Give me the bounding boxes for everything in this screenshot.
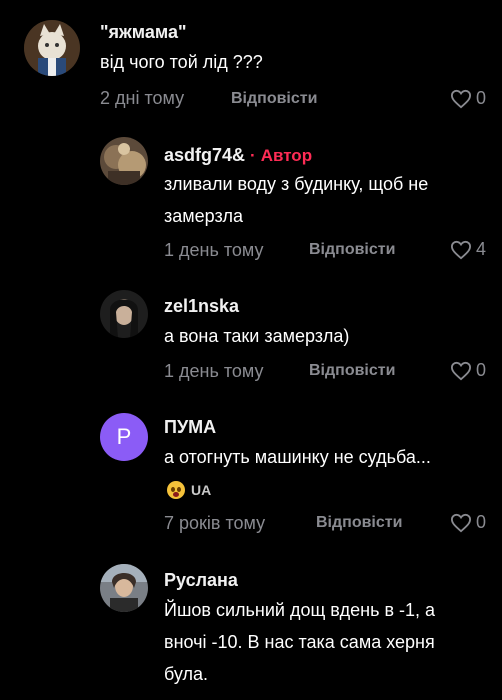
comment-text: від чого той лід ??? — [100, 52, 263, 72]
cat-avatar-image — [24, 20, 80, 76]
avatar-image — [100, 137, 148, 185]
comment-text: замерзла — [164, 206, 244, 226]
screaming-face-emoji-icon — [167, 481, 185, 499]
reaction-label: UA — [191, 482, 212, 498]
heart-outline-icon — [450, 513, 471, 532]
comment-username[interactable]: "яжмама" — [100, 22, 187, 43]
comment-time: 2 дні тому — [100, 88, 185, 108]
reply-button[interactable]: Відповісти — [316, 514, 402, 532]
comment-text: вночі -10. В нас така сама херня — [164, 632, 435, 652]
comment-username[interactable]: ПУМА — [164, 417, 216, 438]
like-count: 0 — [475, 360, 486, 380]
comment-time: 1 день тому — [164, 240, 264, 260]
comment-username[interactable]: zel1nska — [164, 296, 239, 317]
comment-text: а отогнуть машинку не судьба... — [164, 447, 431, 467]
comment-username[interactable]: asdfg74& · Автор — [164, 145, 312, 166]
like-button[interactable]: 4 — [450, 239, 486, 260]
user-avatar[interactable] — [100, 564, 148, 612]
comment-text: Йшов сильний дощ вдень в -1, а — [164, 600, 436, 620]
user-avatar[interactable] — [100, 137, 148, 185]
user-avatar[interactable] — [24, 20, 80, 76]
avatar-image — [100, 564, 148, 612]
comment-time: 7 років тому — [164, 513, 266, 533]
comment-text: а вона таки замерзла) — [164, 326, 350, 346]
reply-button[interactable]: Відповісти — [309, 362, 395, 380]
comment-time: 1 день тому — [164, 361, 264, 381]
heart-outline-icon — [450, 361, 471, 380]
author-badge: Автор — [260, 146, 313, 165]
like-button[interactable]: 0 — [450, 512, 486, 533]
author-separator: · — [250, 146, 256, 165]
avatar-image — [100, 290, 148, 338]
comment-text: зливали воду з будинку, щоб не — [164, 174, 429, 194]
like-count: 0 — [475, 88, 486, 108]
heart-outline-icon — [450, 89, 471, 108]
like-button[interactable]: 0 — [450, 88, 486, 109]
reply-button[interactable]: Відповісти — [231, 90, 317, 108]
comment-username[interactable]: Руслана — [164, 570, 238, 591]
comment-text: була. — [164, 664, 209, 684]
user-avatar[interactable] — [100, 290, 148, 338]
heart-outline-icon — [450, 240, 471, 259]
reaction-badge: UA — [167, 481, 211, 499]
like-button[interactable]: 0 — [450, 360, 486, 381]
username-text[interactable]: asdfg74& — [164, 145, 245, 165]
comments-screen: "яжмама" від чого той лід ??? 2 дні тому… — [0, 0, 502, 700]
reply-button[interactable]: Відповісти — [309, 241, 395, 259]
like-count: 0 — [475, 512, 486, 532]
like-count: 4 — [475, 239, 486, 259]
letter-avatar: P — [100, 413, 148, 461]
user-avatar[interactable]: P — [100, 413, 148, 461]
